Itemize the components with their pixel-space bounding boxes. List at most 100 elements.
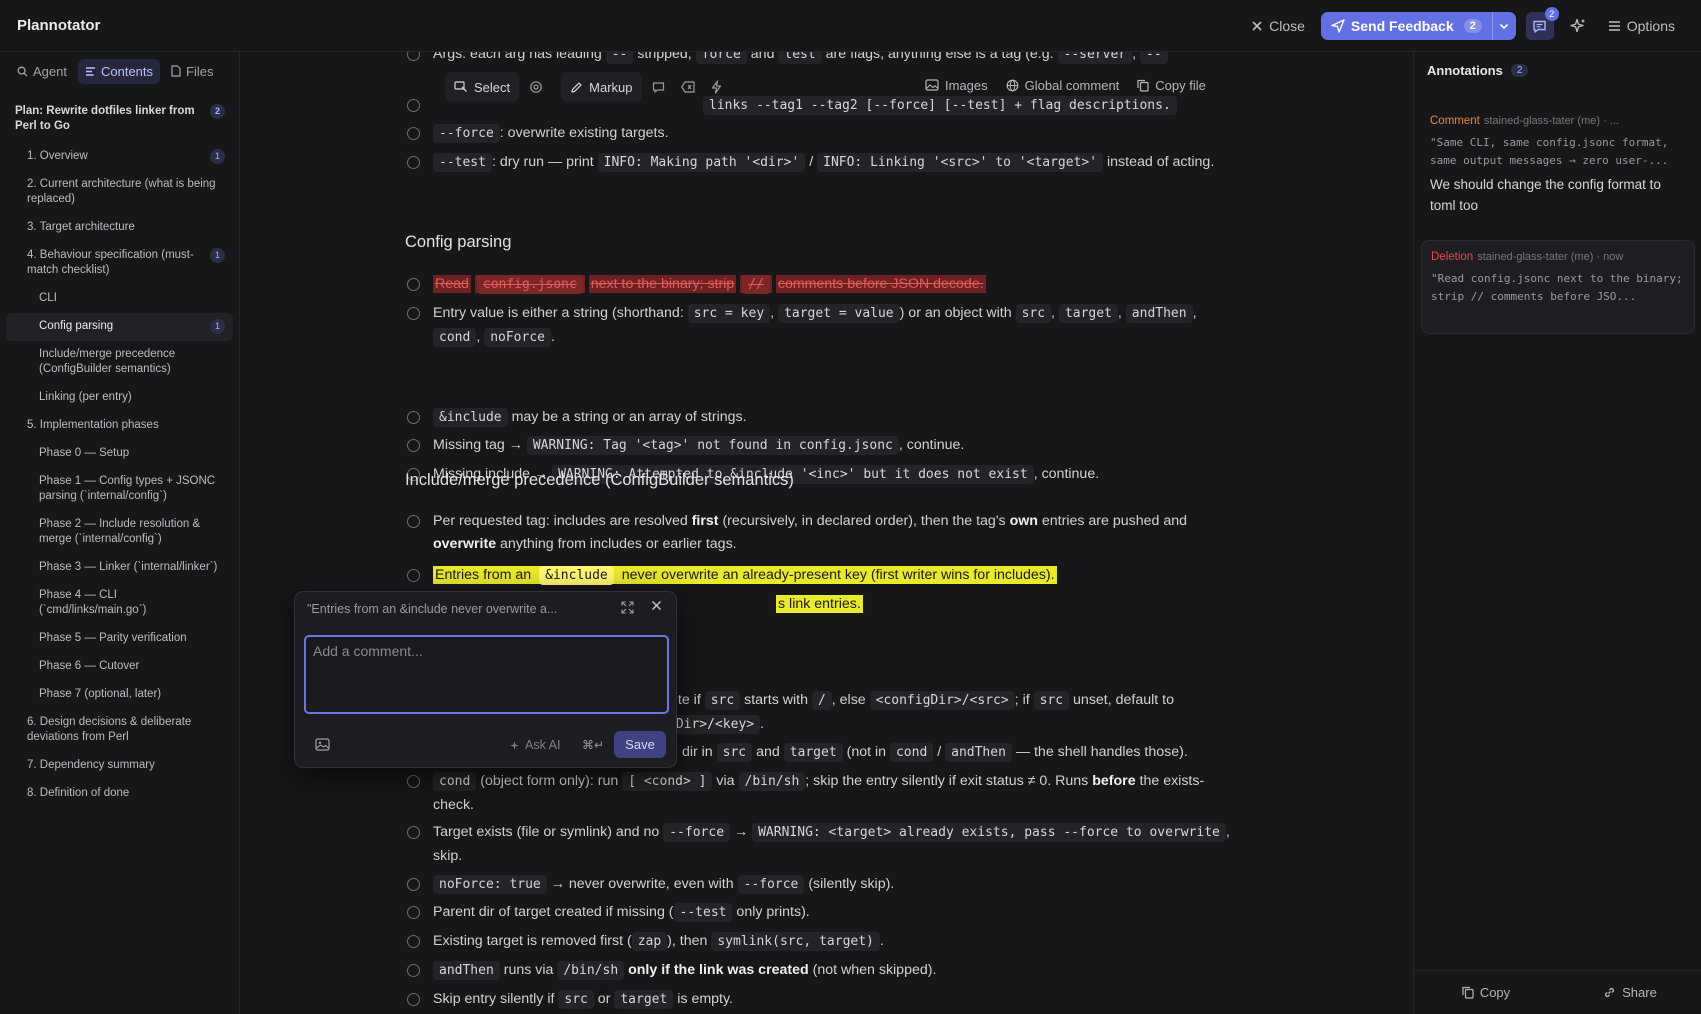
ask-ai-button[interactable]: Ask AI [509,738,560,752]
toc-item[interactable]: Phase 3 — Linker (`internal/linker`) [6,554,233,582]
highlighted-fragment[interactable]: s link entries. [776,593,863,616]
text: ; if [1014,692,1034,708]
toc-item[interactable]: 8. Definition of done [6,780,233,808]
send-options-dropdown[interactable] [1491,12,1516,40]
code: test [778,52,822,64]
annotations-toggle-button[interactable]: 2 [1525,7,1559,40]
options-button[interactable]: Options [1602,12,1681,40]
copy-annotations-button[interactable]: Copy [1414,971,1558,1014]
annotation-card-deletion[interactable]: Deletion stained-glass-tater (me) · now "… [1421,240,1695,334]
text: Skip entry silently if [433,991,559,1007]
send-feedback-button[interactable]: Send Feedback 2 [1321,12,1492,40]
toc-item[interactable]: Phase 4 — CLI (`cmd/links/main.go`) [6,582,233,625]
bold-text: overwrite [433,535,497,552]
annotation-author: stained-glass-tater (me) · now [1477,251,1624,263]
list-item[interactable]: cond (object form only): run [ <cond> ] … [405,770,1235,816]
toc-item[interactable]: 1. Overview 1 [6,143,233,171]
tab-agent[interactable]: Agent [10,59,74,84]
cursor-icon [454,81,468,93]
toc-item[interactable]: Plan: Rewrite dotfiles linker from Perl … [6,96,233,143]
copy-icon [1137,79,1149,92]
toc-item[interactable]: Linking (per entry) [6,384,233,412]
attach-image-button[interactable] [315,738,330,751]
toc-item[interactable]: 2. Current architecture (what is being r… [6,171,233,214]
code: --force [433,124,500,143]
comment-input[interactable] [304,635,669,714]
quick-action-button[interactable] [705,72,728,102]
list-item[interactable]: Existing target is removed first (zap), … [405,930,1235,954]
delete-tool-button[interactable] [675,72,701,102]
target-mode-button[interactable] [523,72,549,102]
comment-tool-button[interactable] [646,72,671,102]
list-item[interactable]: &include may be a string or an array of … [405,406,1235,430]
toc-item[interactable]: Include/merge precedence (ConfigBuilder … [6,341,233,384]
sparkle-icon [1570,18,1586,34]
text: via [712,773,739,789]
text: ) or an object with [899,305,1016,321]
code: target [783,743,843,762]
toc-item[interactable]: Phase 1 — Config types + JSONC parsing (… [6,468,233,511]
toc-item[interactable]: Phase 2 — Include resolution & merge (`i… [6,511,233,554]
text: (object form only): run [476,773,623,789]
left-sidebar: Agent Contents Files Plan: Rewrite dotfi… [0,52,240,1014]
highlighted-code: &include [539,566,614,585]
code: INFO: Making path '<dir>' [597,153,806,172]
tab-contents[interactable]: Contents [77,58,161,84]
text: ; skip the entry silently if exit status… [805,773,1093,789]
toc-item[interactable]: 7. Dependency summary [6,752,233,780]
toc-item[interactable]: 4. Behaviour specification (must-match c… [6,242,233,285]
copy-file-button[interactable]: Copy file [1137,78,1206,93]
toc-item-active[interactable]: Config parsing 1 [6,313,233,341]
toc-item-label: 1. Overview [27,150,88,162]
list-item[interactable]: Missing tag → WARNING: Tag '<tag>' not f… [405,434,1235,458]
section-heading-include-merge: Include/merge precedence (ConfigBuilder … [405,471,794,489]
toc-item-label: Phase 3 — Linker (`internal/linker`) [39,561,218,573]
list-item[interactable]: Args: each arg has leading -- stripped; … [405,52,1235,67]
tab-files[interactable]: Files [164,59,220,84]
save-button[interactable]: Save [614,731,666,758]
toc-item[interactable]: 5. Implementation phases [6,412,233,440]
annotation-card-comment[interactable]: Comment stained-glass-tater (me) · ... "S… [1421,105,1695,226]
list-item[interactable]: Entry value is either a string (shorthan… [405,302,1235,349]
images-button[interactable]: Images [925,78,988,93]
markup-mode-button[interactable]: Markup [561,72,642,102]
list-item[interactable]: Target exists (file or symlink) and no -… [405,821,1235,867]
list-item[interactable]: Parent dir of target created if missing … [405,901,1235,925]
toc-item[interactable]: Phase 6 — Cutover [6,653,233,681]
text: , [1051,305,1059,321]
text: are flags, anything else is a tag (e.g. [821,52,1058,62]
list-item-deleted[interactable]: Read config.jsonc next to the binary; st… [405,273,1235,297]
list-item[interactable]: --test: dry run — print INFO: Making pat… [405,151,1235,175]
toc-item[interactable]: 3. Target architecture [6,214,233,242]
list-item[interactable]: Skip entry silently if src or target is … [405,988,1235,1012]
toc-item[interactable]: Phase 0 — Setup [6,440,233,468]
ai-sparkle-button[interactable] [1564,12,1592,40]
popup-close-button[interactable] [651,600,662,611]
list-item[interactable]: Per requested tag: includes are resolved… [405,510,1235,555]
options-label: Options [1626,18,1675,34]
copy-file-label: Copy file [1155,77,1206,93]
code: -- [605,52,634,64]
toc-item[interactable]: CLI [6,285,233,313]
share-button[interactable]: Share [1558,971,1701,1014]
toc-item[interactable]: Phase 7 (optional, later) [6,681,233,709]
list-item-highlighted[interactable]: Entries from an &include never overwrite… [405,564,1235,588]
text: starts with [740,692,812,708]
text: : dry run — print [491,154,598,170]
select-label: Select [474,79,511,95]
select-mode-button[interactable]: Select [445,72,520,102]
code: [ <cond> ] [622,772,713,791]
expand-button[interactable] [621,601,634,614]
code: target [1058,304,1118,323]
global-comment-button[interactable]: Global comment [1006,78,1119,93]
code: cond [433,327,477,347]
list-item[interactable]: --force: overwrite existing targets. [405,122,1235,146]
toc-item-label: 6. Design decisions & deliberate deviati… [27,716,192,743]
code: andThen [433,961,500,980]
document-viewer: Args: each arg has leading -- stripped; … [241,52,1413,1014]
toc-item[interactable]: 6. Design decisions & deliberate deviati… [6,709,233,752]
list-item[interactable]: noForce: true → never overwrite, even wi… [405,873,1235,897]
toc-item[interactable]: Phase 5 — Parity verification [6,625,233,653]
close-button[interactable]: Close [1245,12,1311,40]
list-item[interactable]: andThen runs via /bin/sh only if the lin… [405,959,1235,983]
